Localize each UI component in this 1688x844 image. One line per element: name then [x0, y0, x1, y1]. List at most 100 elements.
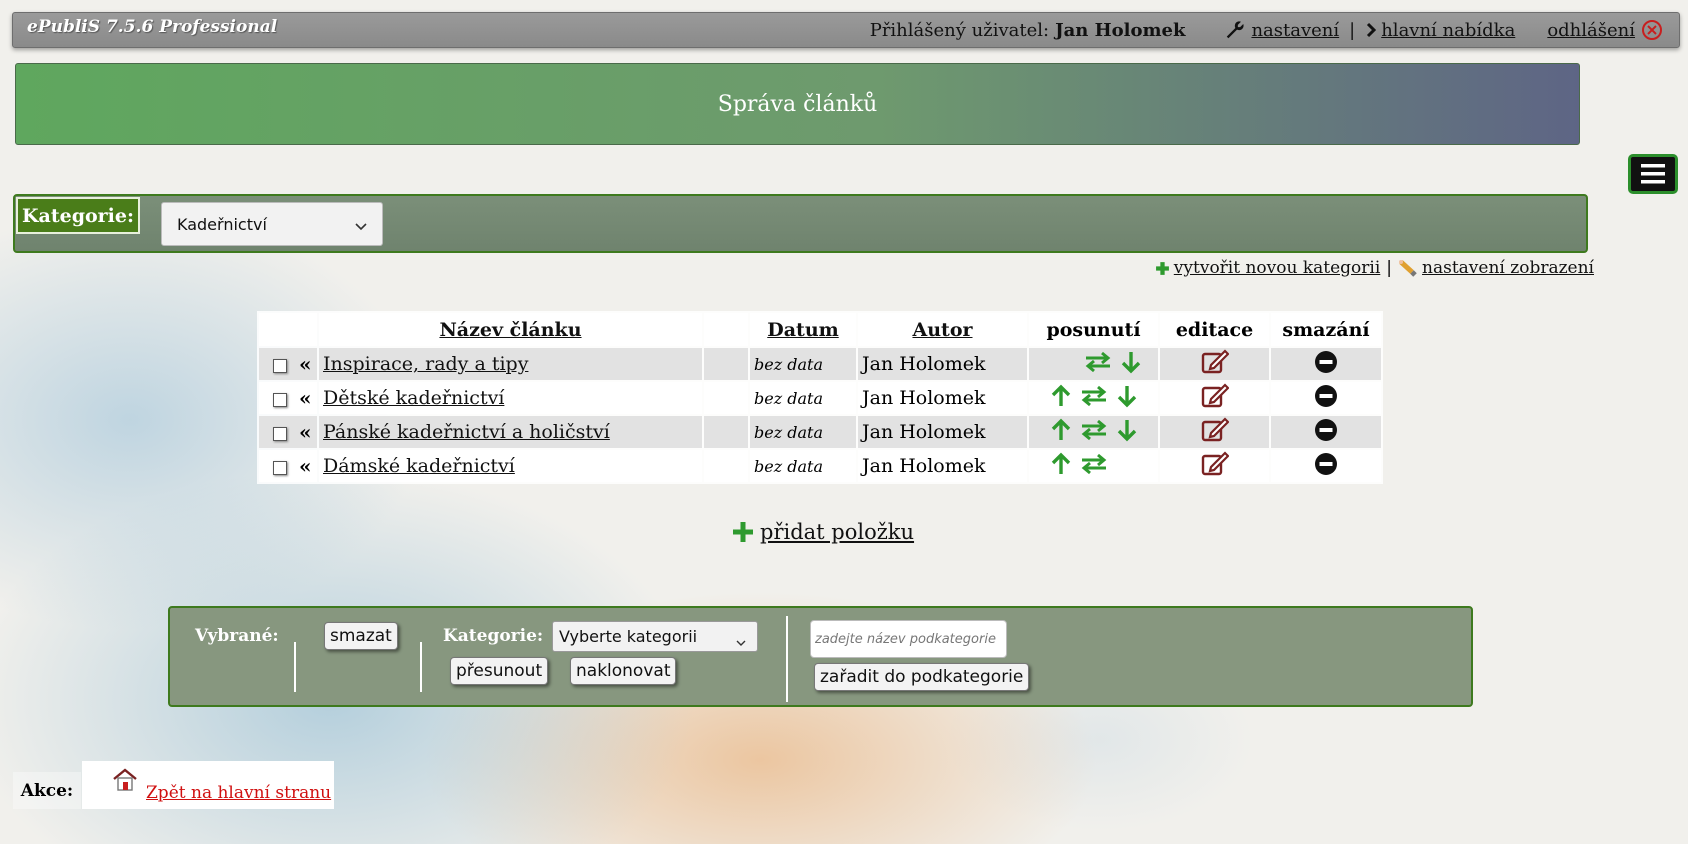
category-select[interactable]: Kadeřnictví	[161, 202, 383, 246]
row-select-cell: «	[259, 450, 317, 482]
header-name[interactable]: Název článku	[319, 313, 702, 346]
article-title-link[interactable]: Pánské kadeřnictví a holičství	[323, 421, 610, 443]
article-title-link[interactable]: Dámské kadeřnictví	[323, 455, 515, 477]
articles-table: Název článku Datum Autor posunutí editac…	[257, 311, 1383, 484]
wrench-icon	[1223, 19, 1247, 41]
article-title-cell: Inspirace, rady a tipy	[319, 348, 702, 380]
table-row: « Pánské kadeřnictví a holičství bez dat…	[259, 416, 1381, 448]
delete-minus-icon[interactable]	[1314, 452, 1338, 476]
article-author: Jan Holomek	[858, 348, 1027, 380]
logged-user-name: Jan Holomek	[1055, 19, 1186, 41]
row-checkbox[interactable]	[273, 461, 287, 475]
bulk-move-button[interactable]: přesunout	[450, 657, 549, 685]
actions-label: Akce:	[13, 772, 81, 809]
logout-link[interactable]: odhlášení	[1547, 20, 1635, 41]
article-title-cell: Dětské kadeřnictví	[319, 382, 702, 414]
logout-close-icon[interactable]	[1641, 19, 1663, 41]
assign-subcategory-button[interactable]: zařadit do podkategorie	[814, 663, 1030, 691]
edit-icon[interactable]	[1201, 348, 1230, 375]
edit-cell	[1160, 382, 1269, 414]
arrow-up-icon[interactable]	[1050, 452, 1072, 476]
arrow-down-icon[interactable]	[1116, 418, 1138, 442]
logged-user-label: Přihlášený uživatel:	[869, 19, 1050, 41]
delete-minus-icon[interactable]	[1314, 350, 1338, 374]
spacer-cell	[704, 382, 748, 414]
hamburger-menu-button[interactable]	[1628, 154, 1678, 194]
sort-by-name-link[interactable]: Název článku	[439, 319, 581, 341]
chevron-right-icon	[1365, 22, 1377, 38]
bulk-clone-button[interactable]: naklonovat	[570, 657, 677, 685]
edit-cell	[1160, 348, 1269, 380]
move-cell	[1029, 450, 1158, 482]
spacer-cell	[704, 450, 748, 482]
selected-label: Vybrané:	[195, 626, 279, 646]
article-date: bez data	[750, 450, 856, 482]
row-checkbox[interactable]	[273, 393, 287, 407]
bulk-category-label: Kategorie:	[443, 626, 544, 646]
create-category-link[interactable]: vytvořit novou kategorii	[1174, 258, 1381, 278]
row-marker: «	[299, 420, 312, 444]
table-row: « Dětské kadeřnictví bez data Jan Holome…	[259, 382, 1381, 414]
header-author[interactable]: Autor	[858, 313, 1027, 346]
header-spacer	[704, 313, 748, 346]
delete-minus-icon[interactable]	[1314, 384, 1338, 408]
bulk-category-select[interactable]: Vyberte kategorii	[552, 621, 758, 652]
add-item: přidat položku	[732, 520, 914, 544]
back-to-home-link[interactable]: Zpět na hlavní stranu	[146, 783, 331, 803]
separator: |	[1349, 19, 1356, 41]
move-cell	[1029, 416, 1158, 448]
arrow-up-icon[interactable]	[1050, 384, 1072, 408]
settings-link[interactable]: nastavení	[1251, 20, 1339, 41]
bulk-delete-button[interactable]: smazat	[324, 622, 398, 650]
swap-icon[interactable]	[1080, 385, 1108, 407]
move-cell	[1029, 382, 1158, 414]
swap-icon[interactable]	[1084, 351, 1112, 373]
delete-minus-icon[interactable]	[1314, 418, 1338, 442]
subcategory-name-input[interactable]	[810, 620, 1007, 658]
row-checkbox[interactable]	[273, 359, 287, 373]
links-separator: |	[1386, 258, 1393, 278]
category-bar: Kategorie: Kadeřnictví	[13, 194, 1588, 253]
spacer-cell	[704, 416, 748, 448]
bulk-category-selected: Vyberte kategorii	[559, 627, 698, 646]
article-title-link[interactable]: Inspirace, rady a tipy	[323, 353, 528, 375]
article-title-link[interactable]: Dětské kadeřnictví	[323, 387, 504, 409]
sort-by-date-link[interactable]: Datum	[767, 319, 838, 341]
arrow-down-icon[interactable]	[1116, 384, 1138, 408]
header-select	[259, 313, 317, 346]
edit-icon[interactable]	[1201, 416, 1230, 443]
edit-icon[interactable]	[1201, 382, 1230, 409]
delete-cell	[1271, 382, 1381, 414]
main-menu-link[interactable]: hlavní nabídka	[1381, 20, 1515, 41]
arrow-down-icon[interactable]	[1120, 350, 1142, 374]
edit-icon[interactable]	[1201, 450, 1230, 477]
header-edit: editace	[1160, 313, 1269, 346]
article-date: bez data	[750, 348, 856, 380]
table-row: « Inspirace, rady a tipy bez data Jan Ho…	[259, 348, 1381, 380]
header-date[interactable]: Datum	[750, 313, 856, 346]
article-author: Jan Holomek	[858, 416, 1027, 448]
row-marker: «	[299, 454, 312, 478]
category-links: vytvořit novou kategorii | nastavení zob…	[1155, 258, 1594, 278]
plus-icon	[1155, 261, 1170, 276]
delete-cell	[1271, 416, 1381, 448]
home-icon	[113, 768, 137, 791]
swap-icon[interactable]	[1080, 453, 1108, 475]
chevron-down-icon	[735, 632, 747, 651]
add-item-link[interactable]: přidat položku	[760, 520, 914, 544]
top-bar: ePubliS 7.5.6 Professional Přihlášený už…	[12, 12, 1680, 48]
divider	[786, 616, 788, 702]
swap-icon[interactable]	[1080, 419, 1108, 441]
row-select-cell: «	[259, 416, 317, 448]
article-date: bez data	[750, 382, 856, 414]
display-settings-link[interactable]: nastavení zobrazení	[1422, 258, 1594, 278]
page-title-banner: Správa článků	[15, 63, 1580, 145]
sort-by-author-link[interactable]: Autor	[912, 319, 972, 341]
page-title: Správa článků	[717, 91, 878, 117]
user-panel: Přihlášený uživatel: Jan Holomek nastave…	[870, 19, 1667, 41]
pencil-icon	[1398, 259, 1418, 277]
home-action: Zpět na hlavní stranu	[82, 761, 334, 809]
row-checkbox[interactable]	[273, 427, 287, 441]
row-marker: «	[299, 386, 312, 410]
arrow-up-icon[interactable]	[1050, 418, 1072, 442]
